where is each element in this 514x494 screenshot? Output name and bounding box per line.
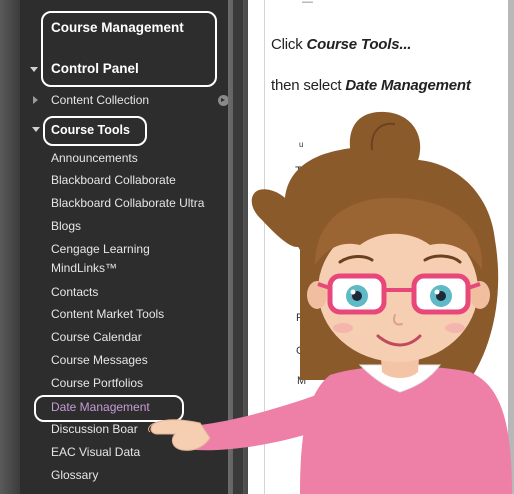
- teacher-cartoon-illustration: [147, 111, 512, 494]
